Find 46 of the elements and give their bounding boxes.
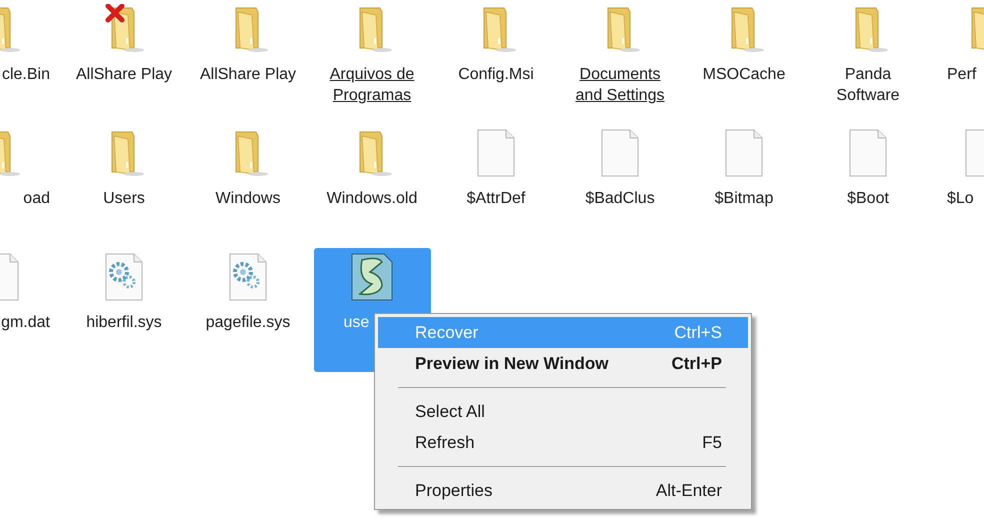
- file-item[interactable]: pagefile.sys: [190, 248, 306, 372]
- file-item[interactable]: $Lo: [930, 124, 984, 248]
- file-item[interactable]: Arquivos de Programas: [314, 0, 430, 124]
- file-item[interactable]: gm.dat: [0, 248, 62, 372]
- file-item[interactable]: $Bitmap: [686, 124, 802, 248]
- file-item[interactable]: AllShare Play: [66, 0, 182, 124]
- file-name: Users: [102, 189, 146, 209]
- menu-item[interactable]: Properties Alt-Enter: [378, 475, 748, 506]
- file-name: $BadClus: [584, 189, 656, 209]
- file-name: use: [342, 313, 370, 333]
- file-item[interactable]: Perf: [930, 0, 984, 124]
- file-name: Documents and Settings: [574, 65, 666, 106]
- file-name: pagefile.sys: [204, 313, 292, 333]
- file-name: MSOCache: [702, 65, 786, 85]
- file-name: AllShare Play: [74, 65, 174, 85]
- file-item[interactable]: Config.Msi: [438, 0, 554, 124]
- file-name: $Lo: [946, 189, 974, 209]
- file-name: oad: [23, 189, 51, 209]
- file-name: cle.Bin: [2, 65, 51, 85]
- file-item[interactable]: Users: [66, 124, 182, 248]
- menu-item[interactable]: Select All: [378, 396, 748, 427]
- file-item[interactable]: Panda Software: [810, 0, 926, 124]
- file-name: Arquivos de Programas: [328, 65, 416, 106]
- file-name: Panda Software: [835, 65, 901, 106]
- file-item[interactable]: Windows: [190, 124, 306, 248]
- file-name: $Bitmap: [714, 189, 774, 209]
- file-name: $AttrDef: [466, 189, 526, 209]
- file-name: hiberfil.sys: [85, 313, 163, 333]
- file-item[interactable]: $Boot: [810, 124, 926, 248]
- file-name: Windows: [214, 189, 282, 209]
- file-name: Windows.old: [326, 189, 418, 209]
- file-item[interactable]: $BadClus: [562, 124, 678, 248]
- file-item[interactable]: oad: [0, 124, 62, 248]
- file-item[interactable]: MSOCache: [686, 0, 802, 124]
- file-item[interactable]: $AttrDef: [438, 124, 554, 248]
- file-name: Perf: [946, 65, 976, 85]
- file-name: $Boot: [846, 189, 890, 209]
- file-item[interactable]: Windows.old: [314, 124, 430, 248]
- file-item[interactable]: cle.Bin: [0, 0, 62, 124]
- file-item[interactable]: Documents and Settings: [562, 0, 678, 124]
- file-name: gm.dat: [1, 313, 51, 333]
- file-name: Config.Msi: [457, 65, 535, 85]
- menu-item[interactable]: Refresh F5: [378, 427, 748, 458]
- file-item[interactable]: AllShare Play: [190, 0, 306, 124]
- file-name: AllShare Play: [198, 65, 298, 85]
- file-item[interactable]: hiberfil.sys: [66, 248, 182, 372]
